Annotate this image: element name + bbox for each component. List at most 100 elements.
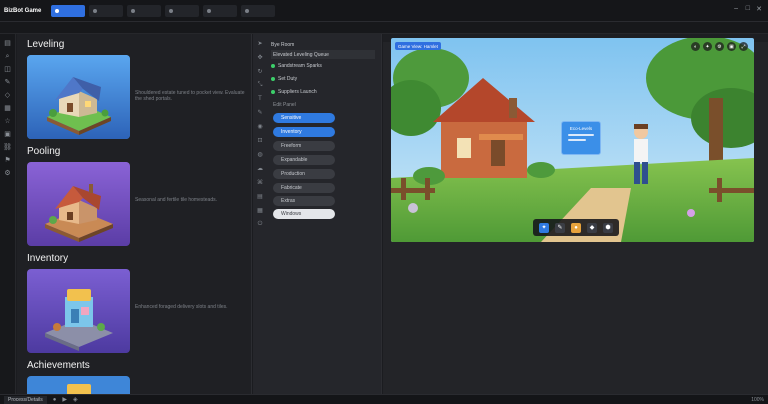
- gear-icon[interactable]: ⚙: [4, 170, 10, 177]
- tab-icon: [169, 8, 174, 13]
- pooling-description: Seasonal and fertile tile homesteads.: [135, 197, 217, 203]
- viewport-panel: Game View: Hamlet ◐ ✦ ⚙ ▣ ⤢ Eco-Levels ✦…: [383, 34, 768, 394]
- edit-panel-label: Edit Panel: [273, 102, 296, 108]
- text-icon[interactable]: T: [258, 96, 262, 102]
- lighting-icon[interactable]: ✦: [703, 42, 712, 51]
- maximize-icon[interactable]: □: [746, 5, 750, 12]
- achievements-illustration: [27, 376, 130, 394]
- tab-3[interactable]: [127, 4, 162, 17]
- freeform-button[interactable]: Freeform: [273, 141, 335, 151]
- cursor-icon[interactable]: ➤: [257, 40, 262, 47]
- layers-icon[interactable]: ▤: [257, 193, 263, 200]
- viewport-label: Game View: Hamlet: [395, 42, 441, 50]
- status-dot-icon: [271, 63, 275, 68]
- gear-icon[interactable]: ⚙: [715, 42, 724, 51]
- popup-line: [568, 134, 594, 136]
- grid-icon[interactable]: ▦: [4, 105, 11, 112]
- production-button[interactable]: Production: [273, 169, 335, 179]
- game-hotbar: ✦ ✎ ● ◆ ⬢: [533, 219, 619, 236]
- popup-title: Eco-Levels: [569, 126, 593, 131]
- code-icon[interactable]: ⌘: [257, 179, 263, 186]
- box-icon[interactable]: ▣: [4, 131, 11, 138]
- lock-icon[interactable]: ⊡: [257, 137, 262, 144]
- record-icon[interactable]: ●: [53, 397, 57, 403]
- game-viewport[interactable]: Game View: Hamlet ◐ ✦ ⚙ ▣ ⤢ Eco-Levels ✦…: [391, 38, 754, 242]
- tab-icon: [55, 8, 60, 13]
- properties-panel: ➤ ✥ ↻ ⤡ T ✎ ◉ ⊡ ◍ ☁ ⌘ ▤ ▦ ⏻ Bye Room Ele…: [253, 34, 381, 394]
- panel-divider[interactable]: [251, 34, 252, 394]
- windows-button[interactable]: Windows: [273, 209, 335, 219]
- pen-icon[interactable]: ✎: [257, 109, 262, 116]
- tab-icon: [131, 8, 136, 13]
- viewport-tools: ◐ ✦ ⚙ ▣ ⤢: [691, 42, 748, 51]
- achievements-thumbnail[interactable]: [27, 376, 130, 394]
- property-row-selected[interactable]: Elevated Leveling Queue: [271, 50, 375, 59]
- properties-toolbar: ➤ ✥ ↻ ⤡ T ✎ ◉ ⊡ ◍ ☁ ⌘ ▤ ▦ ⏻: [253, 34, 267, 394]
- leveling-thumbnail[interactable]: [27, 55, 130, 139]
- tab-6[interactable]: [241, 4, 276, 17]
- leveling-description: Shouldered estate tuned to pocket view. …: [135, 90, 245, 102]
- link-icon[interactable]: ⛓: [3, 144, 12, 151]
- status-dot-icon: [271, 76, 275, 81]
- pooling-thumbnail[interactable]: [27, 162, 130, 246]
- plug-icon[interactable]: ⏻: [258, 221, 263, 228]
- eco-levels-popup[interactable]: Eco-Levels: [561, 121, 601, 155]
- tab-icon: [207, 8, 212, 13]
- fullscreen-icon[interactable]: ⤢: [739, 42, 748, 51]
- section-title-inventory: Inventory: [27, 253, 69, 264]
- search-icon[interactable]: ⌕: [6, 53, 10, 60]
- tab-2[interactable]: [89, 4, 124, 17]
- play-icon[interactable]: ▶: [62, 396, 67, 403]
- asset-gallery: Leveling Shouldered estate tuned to pock…: [17, 34, 251, 394]
- expandable-button[interactable]: Expandable: [273, 155, 335, 165]
- status-bar: Process/Details ● ▶ ◈ 100%: [0, 394, 768, 404]
- status-process[interactable]: Process/Details: [4, 395, 47, 404]
- tab-1[interactable]: [51, 4, 86, 17]
- inventory-description: Enhanced foraged delivery slots and tile…: [135, 304, 228, 310]
- bug-icon[interactable]: ◈: [73, 396, 78, 403]
- brush-icon[interactable]: ✎: [5, 79, 11, 86]
- minimize-icon[interactable]: –: [734, 5, 738, 12]
- tab-4[interactable]: [165, 4, 200, 17]
- property-row[interactable]: Suppliers Launch: [271, 87, 317, 96]
- flag-icon[interactable]: ⚑: [4, 157, 10, 164]
- property-row[interactable]: Set Duty: [271, 74, 297, 83]
- files-icon[interactable]: ▤: [4, 40, 11, 47]
- move-icon[interactable]: ✥: [257, 54, 262, 61]
- star-icon[interactable]: ☆: [4, 118, 10, 125]
- panel-divider[interactable]: [381, 34, 382, 394]
- scale-icon[interactable]: ⤡: [258, 82, 263, 89]
- grid-icon[interactable]: ▦: [257, 207, 263, 214]
- paint-icon[interactable]: ◍: [257, 151, 262, 158]
- layers-icon[interactable]: ◫: [4, 66, 11, 73]
- extras-button[interactable]: Extras: [273, 196, 335, 206]
- hotbar-slot-5[interactable]: ⬢: [603, 222, 613, 233]
- hotbar-slot-1[interactable]: ✦: [539, 222, 549, 233]
- cloud-icon[interactable]: ☁: [257, 165, 263, 172]
- zoom-level: 100%: [751, 396, 764, 403]
- frame-icon[interactable]: ▣: [727, 42, 736, 51]
- tab-5[interactable]: [203, 4, 238, 17]
- display-mode-icon[interactable]: ◐: [691, 42, 700, 51]
- house-purple-illustration: [27, 162, 130, 246]
- house-blue-illustration: [27, 55, 130, 139]
- status-dot-icon: [271, 89, 275, 94]
- rotate-icon[interactable]: ↻: [257, 68, 262, 75]
- shape-icon[interactable]: ◇: [5, 92, 10, 99]
- fabricate-button[interactable]: Fabricate: [273, 183, 335, 193]
- secondary-toolbar: [0, 22, 768, 34]
- hotbar-slot-4[interactable]: ◆: [587, 222, 597, 233]
- tab-icon: [93, 8, 98, 13]
- section-title-achievements: Achievements: [27, 360, 90, 371]
- hotbar-slot-3[interactable]: ●: [571, 222, 581, 233]
- sensitive-button[interactable]: Sensitive: [273, 113, 335, 123]
- close-icon[interactable]: ✕: [756, 5, 762, 13]
- property-row[interactable]: Sandstream Sparks: [271, 61, 322, 70]
- inventory-button[interactable]: Inventory: [273, 127, 335, 137]
- popup-line: [568, 139, 586, 141]
- hotbar-slot-2[interactable]: ✎: [555, 222, 565, 233]
- property-row[interactable]: Bye Room: [271, 40, 294, 49]
- app-title: BizBot Game: [4, 7, 42, 14]
- inventory-thumbnail[interactable]: [27, 269, 130, 353]
- eye-icon[interactable]: ◉: [257, 123, 262, 130]
